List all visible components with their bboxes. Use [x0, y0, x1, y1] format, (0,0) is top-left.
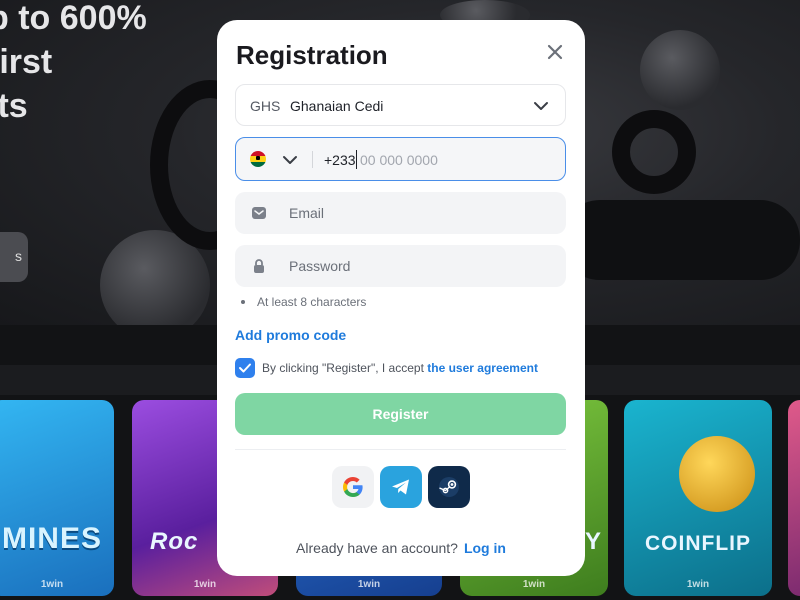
agreement-label: By clicking "Register", I accept [262, 361, 424, 375]
game-card-brand: 1win [686, 579, 710, 590]
close-icon [547, 44, 563, 60]
game-card-brand: 1win [40, 579, 64, 590]
coin-decoration [640, 30, 720, 110]
email-input[interactable] [289, 203, 549, 223]
chevron-down-icon [283, 156, 297, 164]
password-field[interactable] [235, 245, 566, 287]
game-card[interactable] [788, 400, 800, 596]
ghana-flag-icon[interactable] [250, 151, 266, 167]
game-card-brand: 1win [357, 579, 381, 590]
game-card-title: COINFLIP [645, 532, 751, 555]
coin-icon [679, 436, 755, 512]
chevron-down-icon [534, 102, 548, 110]
close-button[interactable] [543, 40, 567, 64]
login-prompt: Already have an account? Log in [217, 540, 585, 556]
currency-name: Ghanaian Cedi [290, 98, 384, 114]
lock-icon [254, 259, 264, 273]
email-field[interactable] [235, 192, 566, 234]
game-card-title: MINES [1, 522, 102, 555]
login-link[interactable]: Log in [464, 540, 506, 556]
hero-line-1: p to 600% [0, 0, 147, 37]
mail-icon [252, 207, 266, 219]
register-button[interactable]: Register [235, 393, 566, 435]
telegram-login-button[interactable] [380, 466, 422, 508]
hero-button[interactable]: s [0, 232, 28, 282]
hero-line-2: first [0, 43, 53, 81]
agreement-checkbox[interactable] [235, 358, 255, 378]
game-card-mines[interactable]: MINES 1win [0, 400, 114, 596]
phone-field[interactable]: +233 [235, 137, 566, 181]
google-icon [343, 477, 363, 497]
password-input[interactable] [289, 256, 549, 276]
game-card-brand: 1win [522, 579, 546, 590]
hero-line-3: its [0, 87, 28, 125]
currency-code: GHS [250, 98, 281, 114]
steam-login-button[interactable] [428, 466, 470, 508]
google-login-button[interactable] [332, 466, 374, 508]
agreement-text: By clicking "Register", I accept the use… [262, 361, 538, 375]
user-agreement-link[interactable]: the user agreement [427, 361, 538, 375]
login-prompt-text: Already have an account? [296, 540, 458, 556]
steam-icon [439, 477, 459, 497]
password-hint-text: At least 8 characters [257, 295, 367, 309]
currency-select[interactable]: GHS Ghanaian Cedi [235, 84, 566, 126]
percent-ring-decoration [612, 110, 696, 194]
divider [235, 449, 566, 450]
text-cursor [356, 150, 357, 169]
podium-decoration [560, 200, 800, 280]
bullet-icon [241, 299, 245, 304]
game-card-coinflip[interactable]: COINFLIP 1win [624, 400, 772, 596]
password-hint: At least 8 characters [241, 295, 366, 309]
game-card-brand: 1win [193, 579, 217, 590]
modal-title: Registration [236, 40, 388, 70]
divider [312, 151, 313, 168]
phone-input[interactable] [360, 150, 550, 170]
add-promo-code-link[interactable]: Add promo code [235, 327, 346, 343]
checkmark-icon [239, 363, 251, 373]
registration-modal: Registration GHS Ghanaian Cedi +233 At l… [217, 20, 585, 576]
phone-country-code: +233 [324, 152, 356, 168]
telegram-icon [392, 479, 409, 495]
hero-headline: p to 600% first its [0, 0, 147, 128]
